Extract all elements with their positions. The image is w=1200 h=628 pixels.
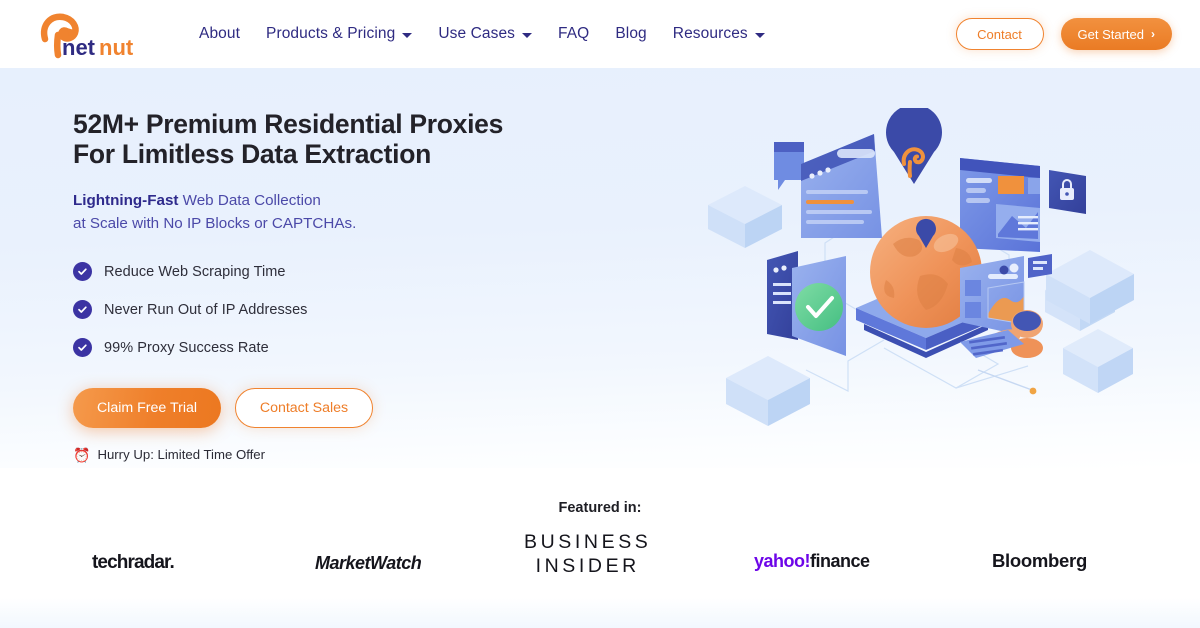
decorative-cube <box>1063 329 1133 393</box>
contact-sales-label: Contact Sales <box>259 400 349 416</box>
press-logo-business-insider[interactable]: BUSINESS INSIDER <box>524 530 651 578</box>
nav-item-products-pricing[interactable]: Products & Pricing <box>253 0 425 68</box>
yahoo-label: yahoo! <box>754 550 811 571</box>
contact-button-label: Contact <box>977 26 1022 42</box>
chevron-down-icon <box>754 32 765 38</box>
chevron-down-icon <box>522 32 533 38</box>
benefit-label: 99% Proxy Success Rate <box>104 339 269 356</box>
hero-cta-row: Claim Free Trial Contact Sales <box>73 388 573 428</box>
press-logo-yahoo-finance[interactable]: yahoo! finance <box>754 541 870 581</box>
press-logo-bloomberg[interactable]: Bloomberg <box>992 541 1087 581</box>
urgency-note: ⏰ Hurry Up: Limited Time Offer <box>73 447 573 462</box>
hero-subheadline: Lightning-Fast Web Data Collection at Sc… <box>73 190 573 235</box>
netnut-logo[interactable]: net nut <box>33 9 153 60</box>
decorative-cube <box>708 186 782 248</box>
site-header: net nut About Products & Pricing Use Cas… <box>0 0 1200 68</box>
benefit-label: Reduce Web Scraping Time <box>104 263 286 280</box>
claim-free-trial-label: Claim Free Trial <box>96 400 198 416</box>
featured-in-title: Featured in: <box>558 500 642 516</box>
nav-item-blog[interactable]: Blog <box>602 0 659 68</box>
check-circle-icon <box>73 262 92 281</box>
nav-label: About <box>199 25 241 42</box>
nav-label: Use Cases <box>438 25 516 42</box>
urgency-label: Hurry Up: Limited Time Offer <box>97 447 266 462</box>
nav-item-use-cases[interactable]: Use Cases <box>425 0 545 68</box>
page-title: 52M+ Premium Residential Proxies For Lim… <box>73 109 573 169</box>
headline-line-2: For Limitless Data Extraction <box>73 139 431 169</box>
techradar-label: techradar. <box>92 552 175 573</box>
subhead-rest: Web Data Collection <box>178 192 321 209</box>
alarm-clock-icon: ⏰ <box>73 446 91 463</box>
list-item: Never Run Out of IP Addresses <box>73 300 573 319</box>
verification-panel <box>767 251 846 356</box>
marketwatch-label: MarketWatch <box>315 552 422 573</box>
contact-sales-button[interactable]: Contact Sales <box>235 388 373 428</box>
check-circle-icon <box>73 300 92 319</box>
logo-text-nut: nut <box>99 35 134 59</box>
page-bottom-band <box>0 598 1200 628</box>
benefit-label: Never Run Out of IP Addresses <box>104 301 308 318</box>
header-actions: Contact Get Started › <box>955 18 1172 50</box>
pointer <box>977 369 1037 395</box>
business-insider-line-2: INSIDER <box>535 555 640 577</box>
landing-page: net nut About Products & Pricing Use Cas… <box>0 0 1200 628</box>
card-panel <box>1028 254 1052 278</box>
press-logo-row: techradar. MarketWatch BUSINESS INSIDER … <box>60 528 1140 583</box>
chevron-down-icon <box>402 32 413 38</box>
nav-item-faq[interactable]: FAQ <box>545 0 602 68</box>
nav-item-resources[interactable]: Resources <box>660 0 778 68</box>
logo-text-net: net <box>62 35 96 59</box>
nav-label: FAQ <box>558 25 590 42</box>
nav-label: Resources <box>672 25 748 42</box>
claim-free-trial-button[interactable]: Claim Free Trial <box>73 388 221 428</box>
chat-bubble-panel <box>774 142 804 190</box>
get-started-button[interactable]: Get Started › <box>1060 18 1172 50</box>
check-circle-icon <box>73 338 92 357</box>
hero-benefit-list: Reduce Web Scraping Time Never Run Out o… <box>73 262 573 357</box>
get-started-button-label: Get Started <box>1077 26 1144 42</box>
lock-card-panel <box>1049 170 1086 214</box>
list-item: 99% Proxy Success Rate <box>73 338 573 357</box>
subhead-line-2: at Scale with No IP Blocks or CAPTCHAs. <box>73 214 357 232</box>
list-item: Reduce Web Scraping Time <box>73 262 573 281</box>
dashboard-panel <box>960 158 1040 252</box>
bloomberg-label: Bloomberg <box>992 550 1087 571</box>
press-logo-techradar[interactable]: techradar. <box>92 543 175 583</box>
finance-label: finance <box>810 550 870 571</box>
main-navigation: About Products & Pricing Use Cases FAQ B… <box>186 0 778 68</box>
map-pin-icon <box>886 108 942 184</box>
nav-label: Blog <box>615 25 647 42</box>
nav-item-about[interactable]: About <box>186 0 253 68</box>
hero-content: 52M+ Premium Residential Proxies For Lim… <box>73 109 573 462</box>
nav-label: Products & Pricing <box>266 25 396 42</box>
decorative-cube <box>726 356 810 426</box>
subhead-strong: Lightning-Fast <box>73 192 179 209</box>
hero-illustration <box>688 108 1164 432</box>
browser-window-panel <box>801 134 882 238</box>
chevron-right-icon: › <box>1151 27 1155 41</box>
press-logo-marketwatch[interactable]: MarketWatch <box>315 543 422 583</box>
featured-in-section: Featured in: techradar. MarketWatch BUSI… <box>0 495 1200 590</box>
headline-line-1: 52M+ Premium Residential Proxies <box>73 109 504 139</box>
contact-button[interactable]: Contact <box>955 18 1044 50</box>
business-insider-line-1: BUSINESS <box>524 531 652 553</box>
